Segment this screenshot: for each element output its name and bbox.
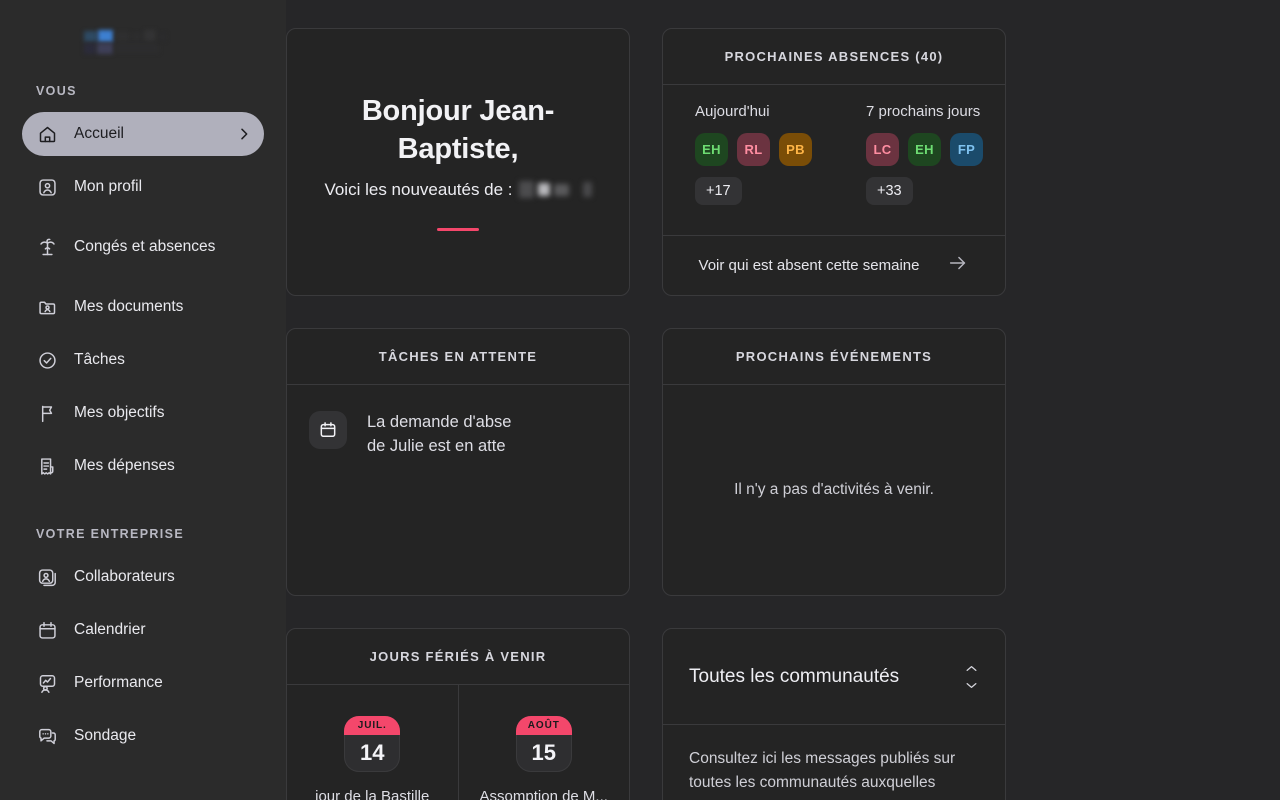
absences-column-label: 7 prochains jours: [866, 103, 981, 120]
upcoming-events-card-title: PROCHAINS ÉVÉNEMENTS: [663, 329, 1005, 385]
sidebar-item-label: Mes documents: [74, 297, 184, 315]
sidebar-item-mes-documents[interactable]: Mes documents: [22, 285, 264, 329]
flag-icon: [36, 402, 58, 424]
absences-column-next7days: 7 prochains jours LC EH FP +33: [834, 103, 1005, 235]
task-item[interactable]: La demande d'abse de Julie est en atte: [287, 385, 629, 459]
absences-card: PROCHAINES ABSENCES (40) Aujourd'hui EH …: [662, 28, 1006, 296]
accent-divider: [437, 227, 479, 231]
sidebar-item-label: Sondage: [74, 726, 137, 744]
sidebar-item-label: Collaborateurs: [74, 567, 175, 585]
avatar[interactable]: LC: [866, 133, 899, 166]
communities-description: Consultez ici les messages publiés sur t…: [663, 725, 1005, 795]
sidebar-item-conges-absences[interactable]: Congés et absences: [22, 218, 264, 276]
upcoming-events-empty-state: Il n'y a pas d'activités à venir.: [734, 481, 934, 498]
calendar-icon: [309, 411, 347, 449]
welcome-subtitle: Voici les nouveautés de :: [324, 179, 592, 200]
absences-column-today: Aujourd'hui EH RL PB +17: [663, 103, 834, 235]
arrow-right-icon: [947, 252, 969, 279]
palm-tree-icon: [36, 236, 58, 258]
chevron-right-icon: [236, 126, 252, 142]
pending-tasks-card: TÂCHES EN ATTENTE La demande d'abse de J…: [286, 328, 630, 596]
avatar[interactable]: EH: [908, 133, 941, 166]
calendar-icon: [36, 619, 58, 641]
holiday-name: Assomption de M...: [479, 787, 608, 800]
welcome-card: Bonjour Jean-Baptiste, Voici les nouveau…: [286, 28, 630, 296]
company-logo-blurred: [84, 29, 176, 55]
holiday-month: AOÛT: [515, 715, 572, 735]
avatar[interactable]: RL: [737, 133, 770, 166]
avatar[interactable]: FP: [950, 133, 983, 166]
communities-card: Toutes les communautés Consultez ici les…: [662, 628, 1006, 800]
absences-footer-link[interactable]: Voir qui est absent cette semaine: [663, 235, 1005, 295]
user-square-icon: [36, 176, 58, 198]
calendar-date-badge: JUIL. 14: [344, 715, 401, 772]
holiday-item[interactable]: JUIL. 14 jour de la Bastille: [287, 685, 458, 800]
communities-selector-label: Toutes les communautés: [689, 665, 900, 687]
sidebar-item-accueil[interactable]: Accueil: [22, 112, 264, 156]
sidebar-item-label: Tâches: [74, 350, 125, 368]
receipt-icon: [36, 455, 58, 477]
greeting-title: Bonjour Jean-Baptiste,: [361, 95, 555, 165]
communities-selector[interactable]: Toutes les communautés: [663, 629, 1005, 725]
app-root: VOUS Accueil Mon profil Congés et absenc…: [0, 0, 1280, 800]
sidebar-item-label: Mes dépenses: [74, 456, 175, 474]
performance-chart-icon: [36, 672, 58, 694]
sidebar-item-mes-objectifs[interactable]: Mes objectifs: [22, 391, 264, 435]
avatar-group: LC EH FP: [866, 133, 1005, 166]
welcome-subtitle-text: Voici les nouveautés de :: [324, 179, 513, 199]
holiday-day: 15: [531, 740, 556, 765]
check-circle-icon: [36, 349, 58, 371]
calendar-date-badge: AOÛT 15: [515, 715, 572, 772]
sidebar-item-calendrier[interactable]: Calendrier: [22, 608, 264, 652]
avatar-overflow-count[interactable]: +33: [866, 177, 913, 205]
task-text-line1: La demande d'abse: [367, 413, 512, 431]
sidebar-item-label: Calendrier: [74, 620, 146, 638]
holidays-body: JUIL. 14 jour de la Bastille AOÛT 15 Ass…: [287, 685, 629, 800]
holiday-day: 14: [360, 740, 385, 765]
task-text-line2: de Julie est en atte: [367, 436, 506, 455]
sidebar-item-sondage[interactable]: Sondage: [22, 714, 264, 758]
absences-column-label: Aujourd'hui: [695, 103, 770, 120]
users-square-icon: [36, 566, 58, 588]
folder-user-icon: [36, 296, 58, 318]
redacted-company-name: [518, 181, 592, 199]
avatar[interactable]: EH: [695, 133, 728, 166]
sidebar-section-label-vous: VOUS: [36, 84, 77, 98]
dashboard-grid: Bonjour Jean-Baptiste, Voici les nouveau…: [286, 28, 1280, 800]
sidebar: VOUS Accueil Mon profil Congés et absenc…: [0, 0, 286, 800]
avatar-overflow-count[interactable]: +17: [695, 177, 742, 205]
absences-card-title: PROCHAINES ABSENCES (40): [663, 29, 1005, 85]
sidebar-section-label-entreprise: VOTRE ENTREPRISE: [36, 527, 185, 541]
sidebar-item-label: Mes objectifs: [74, 403, 165, 421]
sidebar-item-label: Congés et absences: [74, 237, 216, 255]
chat-poll-icon: [36, 725, 58, 747]
holiday-name: jour de la Bastille: [315, 787, 430, 800]
avatar[interactable]: PB: [779, 133, 812, 166]
upcoming-holidays-card: JOURS FÉRIÉS À VENIR JUIL. 14 jour de la…: [286, 628, 630, 800]
holiday-month: JUIL.: [344, 715, 401, 735]
avatar-group: EH RL PB: [695, 133, 834, 166]
home-icon: [36, 123, 58, 145]
holiday-item[interactable]: AOÛT 15 Assomption de M...: [457, 685, 630, 800]
task-text: La demande d'abse de Julie est en atte: [367, 411, 511, 459]
upcoming-holidays-card-title: JOURS FÉRIÉS À VENIR: [287, 629, 629, 685]
chevron-updown-icon[interactable]: [964, 664, 979, 690]
sidebar-item-label: Performance: [74, 673, 163, 691]
communities-description-line2: toutes les communautés auxquelles: [689, 774, 936, 792]
sidebar-item-mes-depenses[interactable]: Mes dépenses: [22, 444, 264, 488]
sidebar-item-mon-profil[interactable]: Mon profil: [22, 165, 264, 209]
sidebar-item-taches[interactable]: Tâches: [22, 338, 264, 382]
logo[interactable]: [22, 0, 264, 84]
pending-tasks-card-title: TÂCHES EN ATTENTE: [287, 329, 629, 385]
upcoming-events-card: PROCHAINS ÉVÉNEMENTS Il n'y a pas d'acti…: [662, 328, 1006, 596]
absences-body: Aujourd'hui EH RL PB +17 7 prochains jou…: [663, 85, 1005, 235]
sidebar-item-label: Accueil: [74, 124, 124, 142]
communities-description-line1: Consultez ici les messages publiés sur: [689, 750, 956, 767]
sidebar-item-label: Mon profil: [74, 177, 143, 195]
sidebar-item-collaborateurs[interactable]: Collaborateurs: [22, 555, 264, 599]
sidebar-item-performance[interactable]: Performance: [22, 661, 264, 705]
main-content: Bonjour Jean-Baptiste, Voici les nouveau…: [286, 0, 1280, 800]
absences-footer-label: Voir qui est absent cette semaine: [698, 257, 920, 274]
